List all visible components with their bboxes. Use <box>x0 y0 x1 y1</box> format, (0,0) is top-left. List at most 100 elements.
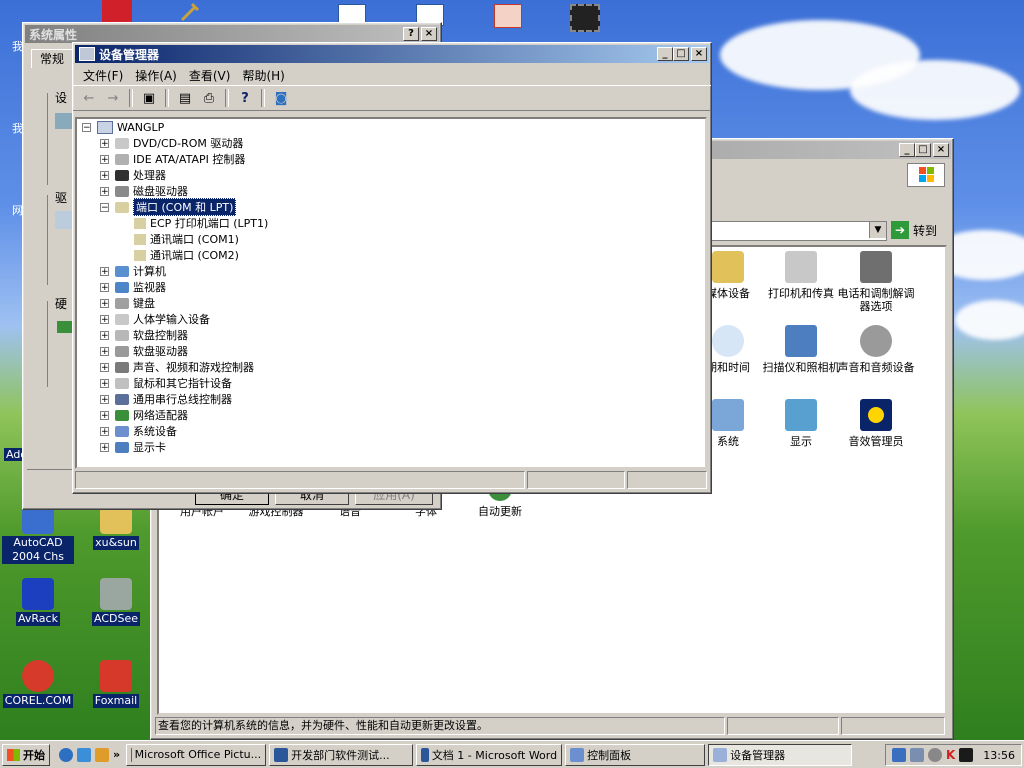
powerpoint-icon[interactable] <box>494 4 522 28</box>
tree-item[interactable]: + 计算机 <box>100 263 166 279</box>
tree-item[interactable]: + 软盘驱动器 <box>100 343 188 359</box>
tree-child-item[interactable]: 通讯端口 (COM2) <box>134 247 239 263</box>
expand-toggle[interactable]: + <box>100 442 109 452</box>
antivirus-icon[interactable]: K <box>946 748 955 762</box>
expand-toggle[interactable]: + <box>100 378 109 388</box>
cp-item-display[interactable]: 显示 <box>762 399 840 448</box>
tree-root[interactable]: − WANGLP <box>82 119 164 135</box>
collapse-toggle[interactable]: − <box>82 122 91 132</box>
minimize-button[interactable]: _ <box>899 143 915 157</box>
expand-toggle[interactable]: + <box>100 298 109 308</box>
tree-item[interactable]: + 网络适配器 <box>100 407 188 423</box>
close-button[interactable]: × <box>933 143 949 157</box>
tree-item[interactable]: + 监视器 <box>100 279 166 295</box>
speaker-icon <box>860 325 892 357</box>
menu-action[interactable]: 操作(A) <box>129 67 183 84</box>
expand-toggle[interactable]: + <box>100 410 109 420</box>
task-button[interactable]: Microsoft Office Pictu... <box>126 743 267 766</box>
task-button[interactable]: 开发部门软件测试... <box>269 743 414 766</box>
monitor-icon[interactable] <box>909 748 924 762</box>
tree-item[interactable]: + IDE ATA/ATAPI 控制器 <box>100 151 245 167</box>
cp-item-printers[interactable]: 打印机和传真 <box>762 251 840 300</box>
volume-icon[interactable] <box>927 748 942 762</box>
expand-toggle[interactable]: + <box>100 154 109 164</box>
tree-item-label: 端口 (COM 和 LPT) <box>133 198 237 216</box>
expand-toggle[interactable]: + <box>100 362 109 372</box>
start-button[interactable]: 开始 <box>2 743 50 766</box>
system-properties-titlebar[interactable]: 系统属性 ? × <box>25 25 439 43</box>
tree-item[interactable]: + 系统设备 <box>100 423 177 439</box>
menu-view[interactable]: 查看(V) <box>183 67 237 84</box>
menu-help[interactable]: 帮助(H) <box>236 67 290 84</box>
expand-toggle[interactable]: + <box>100 266 109 276</box>
expand-toggle[interactable]: + <box>100 346 109 356</box>
expand-toggle[interactable]: + <box>100 314 109 324</box>
expand-toggle[interactable]: + <box>100 170 109 180</box>
tray-app-icon[interactable] <box>959 748 974 762</box>
tree-item[interactable]: + 键盘 <box>100 295 155 311</box>
go-button[interactable]: ➔ 转到 <box>891 220 937 240</box>
console-tree-icon[interactable]: ▣ <box>139 89 159 107</box>
clock[interactable]: 13:56 <box>983 749 1015 762</box>
app-shortcut-icon[interactable] <box>102 0 132 22</box>
desktop-icon-corel[interactable]: COREL.COM <box>2 660 74 708</box>
network-icon[interactable] <box>891 748 906 762</box>
control-panel-statusbar: 查看您的计算机系统的信息，并为硬件、性能和自动更新更改设置。 <box>155 717 945 735</box>
tools-icon[interactable] <box>180 2 202 22</box>
tree-item[interactable]: − 端口 (COM 和 LPT) <box>100 198 237 216</box>
expand-toggle[interactable]: + <box>100 394 109 404</box>
tree-item[interactable]: + 处理器 <box>100 167 166 183</box>
tree-item[interactable]: + 鼠标和其它指针设备 <box>100 375 232 391</box>
task-button-active[interactable]: 设备管理器 <box>708 743 853 766</box>
help-icon[interactable]: ? <box>235 89 255 107</box>
tree-child-item[interactable]: 通讯端口 (COM1) <box>134 231 239 247</box>
forward-arrow-icon[interactable]: → <box>103 89 123 107</box>
maximize-button[interactable]: □ <box>673 47 689 61</box>
device-manager-titlebar[interactable]: 设备管理器 _ □ × <box>75 45 709 63</box>
media-icon[interactable] <box>95 747 109 762</box>
chevron-right-icon[interactable]: » <box>113 748 120 762</box>
tree-item[interactable]: + DVD/CD-ROM 驱动器 <box>100 135 243 151</box>
address-input[interactable]: ▼ <box>711 221 887 241</box>
tree-item[interactable]: + 人体学输入设备 <box>100 311 210 327</box>
expand-toggle[interactable]: + <box>100 426 109 436</box>
cp-item-scanner[interactable]: 扫描仪和照相机 <box>762 325 840 374</box>
desktop-icon-acdsee[interactable]: ACDSee <box>80 578 152 626</box>
chip-icon[interactable] <box>570 4 600 32</box>
cp-item-sound[interactable]: 声音和音频设备 <box>837 325 915 374</box>
help-button[interactable]: ? <box>403 27 419 41</box>
expand-toggle[interactable]: + <box>100 138 109 148</box>
tree-item[interactable]: + 显示卡 <box>100 439 166 455</box>
cp-item-phone[interactable]: 电话和调制解调器选项 <box>837 251 915 313</box>
expand-toggle[interactable]: + <box>100 282 109 292</box>
close-button[interactable]: × <box>691 47 707 61</box>
properties-icon[interactable]: ▤ <box>175 89 195 107</box>
tree-child-item[interactable]: ECP 打印机端口 (LPT1) <box>134 215 268 231</box>
collapse-toggle[interactable]: − <box>100 202 109 212</box>
minimize-button[interactable]: _ <box>657 47 673 61</box>
tree-item[interactable]: + 磁盘驱动器 <box>100 183 188 199</box>
scan-hardware-icon[interactable]: ◙ <box>271 89 291 107</box>
maximize-button[interactable]: □ <box>915 143 931 157</box>
print-icon[interactable]: ⎙ <box>199 89 219 107</box>
back-arrow-icon[interactable]: ← <box>79 89 99 107</box>
desktop-icon-foxmail[interactable]: Foxmail <box>80 660 152 708</box>
chevron-down-icon[interactable]: ▼ <box>869 222 886 238</box>
cp-item-sound-manager[interactable]: 音效管理员 <box>837 399 915 448</box>
cpu-icon <box>115 169 129 181</box>
outlook-icon[interactable] <box>77 747 91 762</box>
menu-file[interactable]: 文件(F) <box>77 67 129 84</box>
desktop-icon-autocad[interactable]: AutoCAD 2004 Chs <box>2 502 74 564</box>
expand-toggle[interactable]: + <box>100 330 109 340</box>
tree-item[interactable]: + 软盘控制器 <box>100 327 188 343</box>
desktop-icon-avrack[interactable]: AvRack <box>2 578 74 626</box>
tree-item-label: IDE ATA/ATAPI 控制器 <box>133 153 246 166</box>
tree-item[interactable]: + 通用串行总线控制器 <box>100 391 232 407</box>
expand-toggle[interactable]: + <box>100 186 109 196</box>
tree-item[interactable]: + 声音、视频和游戏控制器 <box>100 359 254 375</box>
tab-general[interactable]: 常规 <box>31 49 73 68</box>
task-button[interactable]: 控制面板 <box>565 743 706 766</box>
ie-icon[interactable] <box>59 747 73 762</box>
close-button[interactable]: × <box>421 27 437 41</box>
task-button[interactable]: 文档 1 - Microsoft Word <box>416 743 563 766</box>
